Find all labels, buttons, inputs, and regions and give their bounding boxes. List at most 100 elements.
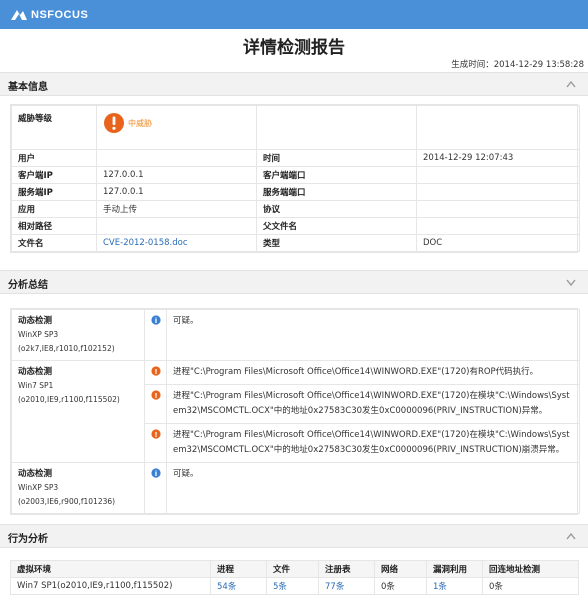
info-label: 服务端IP	[11, 183, 97, 201]
section-analysis-header[interactable]: 分析总结	[0, 270, 588, 294]
column-header: 漏洞利用	[426, 560, 483, 578]
warning-icon: !	[150, 429, 161, 439]
behavior-panel: 虚拟环境 进程 文件 注册表 网络 漏洞利用 回连地址检测 Win7 SP1(o2010,I…	[10, 560, 579, 595]
table-cell: 0条	[482, 577, 579, 595]
analysis-message: 可疑。	[166, 462, 580, 514]
env-config: (o2003,IE6,r900,f101236)	[18, 497, 116, 506]
warning-icon: !	[150, 366, 161, 376]
info-label: 协议	[256, 200, 417, 218]
severity-cell: !	[144, 360, 167, 385]
svg-text:i: i	[154, 470, 156, 478]
info-value	[96, 217, 257, 235]
analysis-row: 动态检测 WinXP SP3 (o2k7,IE8,r1010,f102152) i 可疑…	[11, 309, 580, 361]
info-row: 服务端IP 127.0.0.1 服务端端口	[11, 183, 580, 201]
info-label: 时间	[256, 149, 417, 167]
severity-cell: !	[144, 423, 167, 463]
analysis-message: 进程"C:\Program Files\Microsoft Office\Off…	[166, 423, 580, 463]
chevron-up-icon[interactable]	[566, 532, 576, 540]
section-title: 分析总结	[8, 280, 48, 291]
info-icon: i	[150, 468, 161, 478]
behavior-table: 虚拟环境 进程 文件 注册表 网络 漏洞利用 回连地址检测 Win7 SP1(o2010,I…	[10, 560, 579, 595]
analysis-message: 进程"C:\Program Files\Microsoft Office\Off…	[166, 384, 580, 424]
top-bar: NSFOCUS	[0, 0, 588, 29]
env-title: 动态检测	[18, 316, 53, 326]
info-row: 相对路径 父文件名	[11, 217, 580, 235]
env-os: WinXP SP3	[18, 483, 59, 492]
table-cell: Win7 SP1(o2010,IE9,r1100,f115502)	[10, 577, 211, 595]
chevron-down-icon[interactable]	[566, 278, 576, 286]
analysis-row: 动态检测 WinXP SP3 (o2003,IE6,r900,f101236) i 可疑…	[11, 462, 580, 514]
count-link[interactable]: 1条	[426, 577, 483, 595]
severity-cell: i	[144, 309, 167, 361]
section-behavior-header[interactable]: 行为分析	[0, 524, 588, 548]
file-name-link[interactable]: CVE-2012-0158.doc	[96, 234, 257, 252]
table-cell: 0条	[374, 577, 427, 595]
info-row: 用户 时间 2014-12-29 12:07:43	[11, 149, 580, 167]
brand-name: NSFOCUS	[31, 9, 89, 21]
section-basic-header[interactable]: 基本信息	[0, 72, 588, 96]
count-link[interactable]: 5条	[266, 577, 319, 595]
analysis-panel: 动态检测 WinXP SP3 (o2k7,IE8,r1010,f102152) i 可疑…	[10, 308, 580, 515]
column-header: 进程	[210, 560, 267, 578]
info-value: DOC	[416, 234, 580, 252]
info-value: 127.0.0.1	[96, 166, 257, 184]
env-config: (o2k7,IE8,r1010,f102152)	[18, 344, 115, 353]
severity-cell: i	[144, 462, 167, 514]
column-header: 回连地址检测	[482, 560, 579, 578]
info-label: 客户端IP	[11, 166, 97, 184]
analysis-row: 动态检测 Win7 SP1 (o2010,IE9,r1100,f115502)! 进程…	[11, 360, 580, 463]
chevron-up-icon[interactable]	[566, 80, 576, 88]
env-os: Win7 SP1	[18, 381, 54, 390]
info-label: 类型	[256, 234, 417, 252]
section-title: 行为分析	[8, 534, 48, 545]
info-row: 应用 手动上传 协议	[11, 200, 580, 218]
svg-text:i: i	[154, 317, 156, 325]
env-cell: 动态检测 Win7 SP1 (o2010,IE9,r1100,f115502)	[11, 360, 145, 463]
severity-cell: !	[144, 384, 167, 424]
info-row: 文件名 CVE-2012-0158.doc 类型 DOC	[11, 234, 580, 252]
env-os: WinXP SP3	[18, 330, 59, 339]
page-title: 详情检测报告	[243, 38, 345, 58]
brand-logo: NSFOCUS	[10, 7, 88, 23]
analysis-table: 动态检测 WinXP SP3 (o2k7,IE8,r1010,f102152) i 可疑…	[11, 309, 580, 514]
count-link[interactable]: 77条	[318, 577, 375, 595]
env-title: 动态检测	[18, 469, 53, 479]
column-header: 文件	[266, 560, 319, 578]
generated-time: 生成时间：2014-12-29 13:58:28	[451, 60, 584, 70]
basic-info-table: 威胁等级 中威胁 用户 时间 2014-12-29 12:07:43 客户端IP 127…	[11, 105, 580, 252]
column-header: 注册表	[318, 560, 375, 578]
info-label: 文件名	[11, 234, 97, 252]
column-header: 网络	[374, 560, 427, 578]
info-label: 客户端端口	[256, 166, 417, 184]
info-value: 2014-12-29 12:07:43	[416, 149, 580, 167]
info-value: 手动上传	[96, 200, 257, 218]
info-icon: i	[150, 315, 161, 325]
info-label: 服务端端口	[256, 183, 417, 201]
table-row: Win7 SP1(o2010,IE9,r1100,f115502) 54条 5条 77…	[10, 577, 579, 595]
info-label: 用户	[11, 149, 97, 167]
svg-text:!: !	[154, 431, 157, 439]
count-link[interactable]: 54条	[210, 577, 267, 595]
info-value	[416, 166, 580, 184]
env-cell: 动态检测 WinXP SP3 (o2003,IE6,r900,f101236)	[11, 462, 145, 514]
warning-icon: !	[150, 390, 161, 400]
threat-row: 威胁等级 中威胁	[11, 105, 580, 150]
analysis-message: 进程"C:\Program Files\Microsoft Office\Off…	[166, 360, 580, 385]
threat-label: 威胁等级	[11, 105, 97, 150]
nsfocus-logo-icon	[11, 10, 27, 20]
section-title: 基本信息	[8, 82, 48, 93]
info-value: 127.0.0.1	[96, 183, 257, 201]
info-label: 应用	[11, 200, 97, 218]
info-value	[416, 200, 580, 218]
svg-text:!: !	[154, 368, 157, 376]
basic-info-panel: 威胁等级 中威胁 用户 时间 2014-12-29 12:07:43 客户端IP 127…	[10, 104, 580, 253]
info-value	[416, 217, 580, 235]
info-value	[96, 149, 257, 167]
threat-warning-icon	[104, 113, 124, 133]
svg-text:!: !	[154, 392, 157, 400]
info-value	[416, 183, 580, 201]
column-header: 虚拟环境	[10, 560, 211, 578]
env-title: 动态检测	[18, 367, 53, 377]
env-cell: 动态检测 WinXP SP3 (o2k7,IE8,r1010,f102152)	[11, 309, 145, 361]
threat-level-value: 中威胁	[128, 118, 152, 128]
